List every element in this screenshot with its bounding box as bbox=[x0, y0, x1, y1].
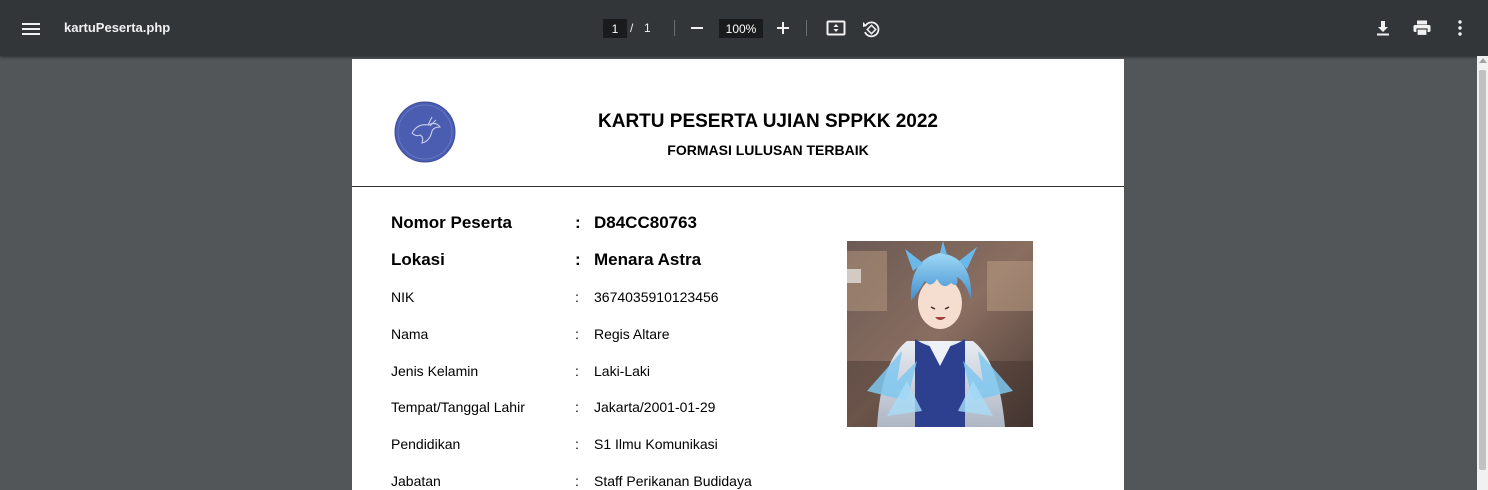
field-value: Regis Altare bbox=[594, 326, 670, 342]
field-colon: : bbox=[575, 399, 579, 415]
menu-icon[interactable] bbox=[18, 16, 44, 42]
field-colon: : bbox=[575, 213, 581, 232]
field-label: Pendidikan bbox=[391, 436, 461, 452]
field-value: Jakarta/2001-01-29 bbox=[594, 399, 716, 415]
field-value: 3674035910123456 bbox=[594, 289, 719, 305]
scroll-up-arrow-icon[interactable] bbox=[1479, 58, 1487, 63]
field-value: Menara Astra bbox=[594, 250, 702, 269]
page-separator: / bbox=[630, 21, 634, 35]
field-label: Tempat/Tanggal Lahir bbox=[391, 399, 525, 415]
field-value: D84CC80763 bbox=[594, 213, 698, 232]
field-value: Laki-Laki bbox=[594, 363, 651, 379]
scrollbar-thumb[interactable] bbox=[1479, 70, 1486, 470]
download-icon[interactable] bbox=[1372, 17, 1394, 39]
toolbar-divider bbox=[674, 20, 675, 36]
field-label: Jenis Kelamin bbox=[391, 363, 479, 379]
pdf-page: KARTU PESERTA UJIAN SPPKK 2022 FORMASI L… bbox=[352, 59, 1124, 490]
field-colon: : bbox=[575, 436, 579, 452]
print-icon[interactable] bbox=[1410, 17, 1434, 39]
field-value: Staff Perikanan Budidaya bbox=[594, 473, 752, 489]
document-title: kartuPeserta.php bbox=[64, 20, 171, 35]
rotate-icon[interactable] bbox=[859, 17, 883, 41]
field-colon: : bbox=[575, 363, 579, 379]
fit-to-page-icon[interactable] bbox=[824, 17, 848, 39]
card-subtitle: FORMASI LULUSAN TERBAIK bbox=[667, 142, 869, 158]
field-label: Nomor Peserta bbox=[391, 213, 512, 232]
participant-photo bbox=[847, 241, 1033, 427]
zoom-level-input[interactable]: 100% bbox=[719, 19, 763, 38]
field-value: S1 Ilmu Komunikasi bbox=[594, 436, 718, 452]
field-label: Lokasi bbox=[391, 250, 445, 269]
zoom-out-icon[interactable] bbox=[686, 17, 708, 39]
toolbar-divider bbox=[806, 20, 807, 36]
header-divider bbox=[352, 186, 1124, 187]
field-colon: : bbox=[575, 289, 579, 305]
field-colon: : bbox=[575, 250, 581, 269]
more-options-icon[interactable] bbox=[1450, 17, 1470, 39]
field-colon: : bbox=[575, 473, 579, 489]
field-label: NIK bbox=[391, 289, 415, 305]
field-label: Nama bbox=[391, 326, 429, 342]
pdf-toolbar: kartuPeserta.php 1 / 1 100% bbox=[0, 0, 1488, 56]
current-page-input[interactable]: 1 bbox=[603, 19, 627, 38]
card-title: KARTU PESERTA UJIAN SPPKK 2022 bbox=[598, 111, 938, 132]
field-label: Jabatan bbox=[391, 473, 441, 489]
vertical-scrollbar[interactable] bbox=[1477, 56, 1488, 490]
field-colon: : bbox=[575, 326, 579, 342]
zoom-in-icon[interactable] bbox=[772, 17, 794, 39]
total-pages: 1 bbox=[644, 21, 651, 35]
